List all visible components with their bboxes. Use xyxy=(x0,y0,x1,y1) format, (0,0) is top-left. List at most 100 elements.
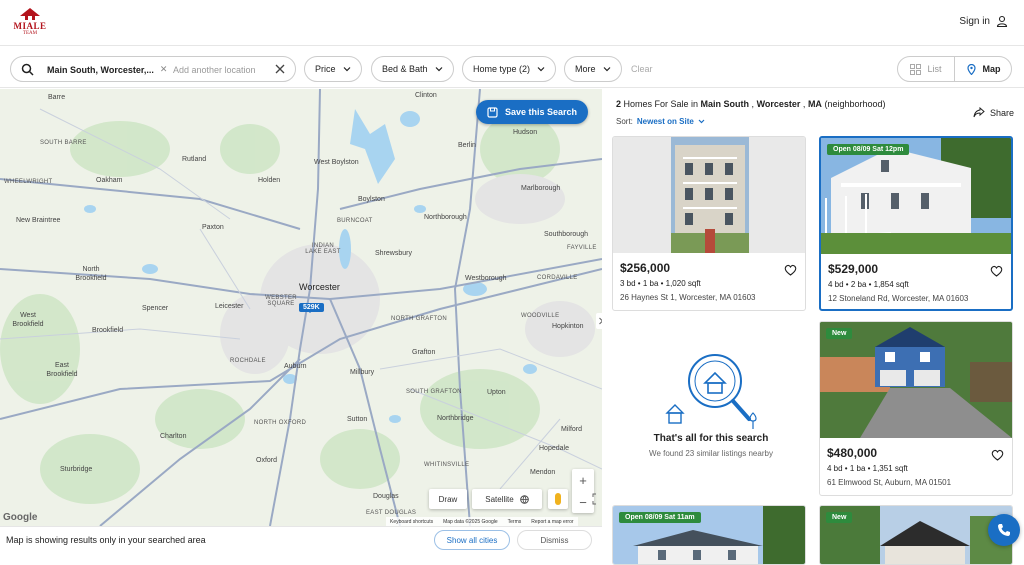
show-all-cities-label: Show all cities xyxy=(446,535,498,545)
listing-specs: 4 bd • 1 ba • 1,351 sqft xyxy=(827,464,908,473)
chevron-down-icon xyxy=(435,67,442,72)
draw-button[interactable]: Draw xyxy=(429,489,467,509)
more-filter-button[interactable]: More xyxy=(564,56,622,82)
collapse-map-button[interactable] xyxy=(596,313,602,329)
map-town-label: Paxton xyxy=(202,224,224,231)
save-search-label: Save this Search xyxy=(504,107,578,117)
draw-label: Draw xyxy=(438,494,458,504)
add-location-input[interactable] xyxy=(173,61,269,78)
show-all-cities-button[interactable]: Show all cities xyxy=(434,530,510,550)
fullscreen-icon[interactable] xyxy=(592,493,600,505)
listing-price-pin[interactable]: 529K xyxy=(299,303,324,313)
keyboard-shortcuts-link[interactable]: Keyboard shortcuts xyxy=(390,519,433,525)
results-separator: , xyxy=(749,99,757,109)
listing-card[interactable]: New $480,000 4 bd • 1 ba • 1,351 sqft 61… xyxy=(819,321,1013,496)
listing-price: $256,000 xyxy=(620,261,671,275)
clear-search-icon[interactable] xyxy=(274,63,286,75)
heart-icon[interactable] xyxy=(991,449,1004,461)
map-town-label: West Boylston xyxy=(314,159,359,166)
map-town-label: WHEELWRIGHT xyxy=(4,179,53,185)
report-error-link[interactable]: Report a map error xyxy=(531,519,573,525)
map-town-label: Northbridge xyxy=(437,415,474,422)
map-town-label: Hopkinton xyxy=(552,323,584,330)
brand-logo[interactable]: MIALE TEAM xyxy=(10,8,50,40)
street-view-pegman-icon[interactable] xyxy=(548,489,568,509)
satellite-label: Satellite xyxy=(485,494,514,504)
map-town-label: Berlin xyxy=(458,142,476,149)
results-separator: , xyxy=(800,99,808,109)
signin-link[interactable]: Sign in xyxy=(959,15,1008,27)
listing-photo[interactable] xyxy=(821,138,1011,254)
price-filter-button[interactable]: Price xyxy=(304,56,362,82)
brand-tagline: TEAM xyxy=(22,31,38,36)
results-heading: 2 Homes For Sale in Main South , Worcest… xyxy=(616,99,885,109)
listing-card[interactable]: Open 08/09 Sat 12pm $529,000 4 bd • 2 ba… xyxy=(819,136,1013,311)
terms-link[interactable]: Terms xyxy=(508,519,522,525)
bed-bath-filter-label: Bed & Bath xyxy=(382,64,428,74)
map-town-label: Holden xyxy=(258,177,281,184)
map-town-label: CORDAVILLE xyxy=(537,275,578,281)
call-button[interactable] xyxy=(988,514,1020,546)
remove-chip-icon[interactable]: ✕ xyxy=(160,64,168,75)
search-icon xyxy=(21,63,34,76)
filter-bar: Main South, Worcester,... ✕ Price Bed & … xyxy=(0,50,1024,88)
results-panel: 2 Homes For Sale in Main South , Worcest… xyxy=(606,89,1024,565)
more-filter-label: More xyxy=(575,64,596,74)
location-search-box[interactable]: Main South, Worcester,... ✕ xyxy=(10,56,296,82)
results-state: MA xyxy=(807,99,822,109)
list-view-button[interactable]: List xyxy=(898,57,954,81)
map-town-label: Shrewsbury xyxy=(375,250,412,257)
map-town-label: Southborough xyxy=(544,231,588,238)
map-town-label: Oakham xyxy=(96,177,123,184)
home-type-filter-button[interactable]: Home type (2) xyxy=(462,56,557,82)
listing-card[interactable]: $256,000 3 bd • 1 ba • 1,020 sqft 26 Hay… xyxy=(612,136,806,311)
map-town-label: SOUTH BARRE xyxy=(40,140,87,146)
map-town-label: Grafton xyxy=(412,349,436,356)
zoom-out-button[interactable]: − xyxy=(572,491,594,513)
map-town-label: BURNCOAT xyxy=(337,218,373,224)
map-panel[interactable]: Barre Clinton SOUTH BARRE Hudson Rutland… xyxy=(0,89,602,526)
satellite-button[interactable]: Satellite xyxy=(472,489,542,509)
map-town-label: Worcester xyxy=(299,282,340,292)
clear-filters-link[interactable]: Clear xyxy=(631,64,653,74)
map-view-button[interactable]: Map xyxy=(954,57,1011,81)
top-nav-bar: MIALE TEAM Sign in xyxy=(0,0,1024,46)
zoom-in-button[interactable]: + xyxy=(572,469,594,491)
location-chip[interactable]: Main South, Worcester,... ✕ xyxy=(47,61,167,78)
dismiss-button[interactable]: Dismiss xyxy=(517,530,592,550)
listing-card[interactable]: New xyxy=(819,505,1013,565)
heart-icon[interactable] xyxy=(990,265,1003,277)
listing-price: $529,000 xyxy=(828,262,879,276)
map-pin-icon xyxy=(966,63,976,75)
map-town-label: Boylston xyxy=(358,196,385,203)
new-listing-badge: New xyxy=(826,512,853,523)
bed-bath-filter-button[interactable]: Bed & Bath xyxy=(371,56,454,82)
map-town-label: Charlton xyxy=(160,433,187,440)
sort-control[interactable]: Sort: Newest on Site xyxy=(616,117,705,126)
globe-icon xyxy=(519,494,529,504)
map-town-label: Hopedale xyxy=(539,445,569,452)
map-town-label: Clinton xyxy=(415,92,437,99)
map-view-label: Map xyxy=(982,64,1001,74)
results-city: Worcester xyxy=(756,99,801,109)
listing-photo[interactable] xyxy=(613,137,805,253)
share-label: Share xyxy=(989,107,1014,118)
listing-card[interactable]: Open 08/09 Sat 11am xyxy=(612,505,806,565)
share-button[interactable]: Share xyxy=(973,107,1014,118)
house-search-icon xyxy=(665,354,757,429)
chevron-right-icon xyxy=(599,317,602,325)
map-town-label: Milford xyxy=(561,426,583,433)
save-search-button[interactable]: Save this Search xyxy=(476,100,588,124)
grid-icon xyxy=(910,63,922,75)
heart-icon[interactable] xyxy=(784,264,797,276)
map-town-label: New Braintree xyxy=(16,217,61,224)
listing-price: $480,000 xyxy=(827,446,878,460)
listing-photo[interactable] xyxy=(820,322,1012,438)
listing-address: 12 Stoneland Rd, Worcester, MA 01603 xyxy=(828,294,969,303)
map-town-label: FAYVILLE xyxy=(567,245,597,251)
chevron-down-icon xyxy=(537,67,545,72)
map-town-label: WHITINSVILLE xyxy=(424,462,470,468)
open-house-badge: Open 08/09 Sat 12pm xyxy=(827,144,910,155)
results-heading-text: Homes For Sale in xyxy=(621,99,701,109)
list-view-label: List xyxy=(927,64,942,74)
